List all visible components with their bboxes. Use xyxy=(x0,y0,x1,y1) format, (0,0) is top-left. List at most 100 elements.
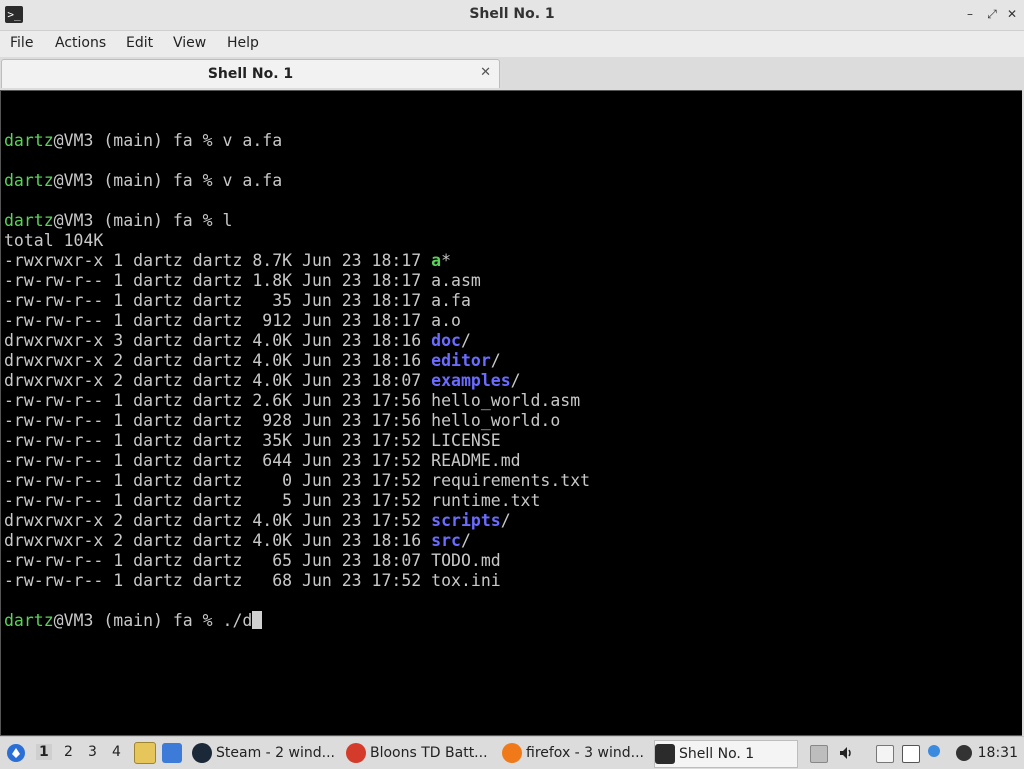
close-button[interactable]: ✕ xyxy=(1004,6,1020,22)
prompt-user: dartz xyxy=(4,211,54,230)
ls-filename: hello_world.asm xyxy=(431,391,581,410)
menu-edit[interactable]: Edit xyxy=(126,35,153,51)
task-label: Steam - 2 wind... xyxy=(216,745,335,761)
terminal-line: -rw-rw-r-- 1 dartz dartz 0 Jun 23 17:52 … xyxy=(4,471,590,491)
ls-filename: a.asm xyxy=(431,271,481,290)
ls-filename: requirements.txt xyxy=(431,471,591,490)
prompt-command: @VM3 (main) fa % ./d xyxy=(53,611,253,630)
network-icon[interactable] xyxy=(902,745,920,763)
task-label: firefox - 3 wind... xyxy=(526,745,644,761)
prompt-user: dartz xyxy=(4,171,54,190)
ls-filename: a.o xyxy=(431,311,461,330)
taskbar: 1 2 3 4 Steam - 2 wind... Bloons TD Batt… xyxy=(0,736,1024,769)
task-label: Bloons TD Batt... xyxy=(370,745,488,761)
terminal-line: dartz@VM3 (main) fa % ./d xyxy=(4,611,590,631)
terminal-line: -rwxrwxr-x 1 dartz dartz 8.7K Jun 23 18:… xyxy=(4,251,590,271)
terminal-line: dartz@VM3 (main) fa % l xyxy=(4,211,590,231)
task-firefox[interactable]: firefox - 3 wind... xyxy=(502,740,650,766)
show-desktop-icon xyxy=(162,743,182,763)
terminal-line: -rw-rw-r-- 1 dartz dartz 65 Jun 23 18:07… xyxy=(4,551,590,571)
task-bloons[interactable]: Bloons TD Batt... xyxy=(346,740,494,766)
terminal-line: -rw-rw-r-- 1 dartz dartz 2.6K Jun 23 17:… xyxy=(4,391,590,411)
start-menu-icon xyxy=(7,744,25,762)
file-manager-launcher[interactable] xyxy=(134,737,160,769)
ls-suffix: / xyxy=(460,531,471,550)
ls-filename: README.md xyxy=(431,451,521,470)
ls-meta: -rw-rw-r-- 1 dartz dartz 0 Jun 23 17:52 xyxy=(4,471,432,490)
ls-meta: -rw-rw-r-- 1 dartz dartz 5 Jun 23 17:52 xyxy=(4,491,432,510)
prompt-command: @VM3 (main) fa % v a.fa xyxy=(53,131,283,150)
tab-label: Shell No. 1 xyxy=(207,66,294,82)
terminal-area[interactable]: dartz@VM3 (main) fa % v a.fa dartz@VM3 (m… xyxy=(0,90,1024,736)
ls-filename: examples xyxy=(431,371,511,390)
prompt-command: @VM3 (main) fa % v a.fa xyxy=(53,171,283,190)
terminal-line: -rw-rw-r-- 1 dartz dartz 928 Jun 23 17:5… xyxy=(4,411,590,431)
prompt-user: dartz xyxy=(4,131,54,150)
workspace-4[interactable]: 4 xyxy=(112,744,121,760)
terminal-line: drwxrwxr-x 2 dartz dartz 4.0K Jun 23 18:… xyxy=(4,371,590,391)
prompt-command: @VM3 (main) fa % l xyxy=(53,211,233,230)
menu-file[interactable]: File xyxy=(10,35,33,51)
ls-meta: drwxrwxr-x 3 dartz dartz 4.0K Jun 23 18:… xyxy=(4,331,432,350)
ls-meta: -rw-rw-r-- 1 dartz dartz 35K Jun 23 17:5… xyxy=(4,431,432,450)
terminal-line: -rw-rw-r-- 1 dartz dartz 5 Jun 23 17:52 … xyxy=(4,491,590,511)
task-steam[interactable]: Steam - 2 wind... xyxy=(192,740,340,766)
ls-meta: -rw-rw-r-- 1 dartz dartz 644 Jun 23 17:5… xyxy=(4,451,432,470)
ls-filename: src xyxy=(431,531,461,550)
close-icon[interactable]: ✕ xyxy=(480,65,491,80)
ls-suffix: / xyxy=(500,511,511,530)
steam-tray-icon[interactable] xyxy=(956,745,972,761)
ls-filename: LICENSE xyxy=(431,431,501,450)
notification-icon[interactable] xyxy=(928,745,940,757)
terminal-line: drwxrwxr-x 2 dartz dartz 4.0K Jun 23 18:… xyxy=(4,351,590,371)
steam-icon xyxy=(192,743,212,763)
terminal-line: drwxrwxr-x 3 dartz dartz 4.0K Jun 23 18:… xyxy=(4,331,590,351)
maximize-button[interactable]: ⤢ xyxy=(984,6,1000,22)
terminal-line: -rw-rw-r-- 1 dartz dartz 912 Jun 23 18:1… xyxy=(4,311,590,331)
workspace-2[interactable]: 2 xyxy=(64,744,73,760)
workspace-1[interactable]: 1 xyxy=(36,744,52,760)
clipboard-icon[interactable] xyxy=(876,745,894,763)
terminal-line: total 104K xyxy=(4,231,104,250)
ls-meta: -rw-rw-r-- 1 dartz dartz 68 Jun 23 17:52 xyxy=(4,571,432,590)
bloons-icon xyxy=(346,743,366,763)
ls-filename: tox.ini xyxy=(431,571,501,590)
menu-actions[interactable]: Actions xyxy=(55,35,106,51)
start-menu-button[interactable] xyxy=(6,737,26,769)
ls-meta: -rw-rw-r-- 1 dartz dartz 65 Jun 23 18:07 xyxy=(4,551,432,570)
workspace-3[interactable]: 3 xyxy=(88,744,97,760)
minimize-button[interactable]: – xyxy=(962,6,978,22)
ls-meta: -rw-rw-r-- 1 dartz dartz 2.6K Jun 23 17:… xyxy=(4,391,432,410)
clock: 18:31 xyxy=(977,745,1018,761)
menu-help[interactable]: Help xyxy=(227,35,259,51)
task-label: Shell No. 1 xyxy=(679,746,755,762)
ls-suffix: / xyxy=(490,351,501,370)
ls-meta: -rw-rw-r-- 1 dartz dartz 928 Jun 23 17:5… xyxy=(4,411,432,430)
menu-view[interactable]: View xyxy=(173,35,206,51)
menu-bar: File Actions Edit View Help xyxy=(0,31,1024,57)
ls-filename: runtime.txt xyxy=(431,491,541,510)
tab-shell-1[interactable]: Shell No. 1 ✕ xyxy=(1,59,500,88)
ls-meta: drwxrwxr-x 2 dartz dartz 4.0K Jun 23 18:… xyxy=(4,371,432,390)
task-shell[interactable]: Shell No. 1 xyxy=(654,740,798,768)
ls-meta: -rw-rw-r-- 1 dartz dartz 912 Jun 23 18:1… xyxy=(4,311,432,330)
ls-filename: hello_world.o xyxy=(431,411,561,430)
terminal-line: drwxrwxr-x 2 dartz dartz 4.0K Jun 23 17:… xyxy=(4,511,590,531)
disk-icon[interactable] xyxy=(810,745,828,763)
file-manager-icon xyxy=(134,742,156,764)
prompt-user: dartz xyxy=(4,611,54,630)
tab-bar: Shell No. 1 ✕ xyxy=(0,57,1024,89)
ls-suffix: / xyxy=(510,371,521,390)
volume-icon[interactable] xyxy=(838,745,854,761)
ls-filename: scripts xyxy=(431,511,501,530)
terminal-line: -rw-rw-r-- 1 dartz dartz 1.8K Jun 23 18:… xyxy=(4,271,590,291)
ls-meta: -rwxrwxr-x 1 dartz dartz 8.7K Jun 23 18:… xyxy=(4,251,432,270)
firefox-icon xyxy=(502,743,522,763)
show-desktop-launcher[interactable] xyxy=(162,737,186,769)
ls-filename: a xyxy=(431,251,442,270)
terminal-icon xyxy=(655,744,675,764)
